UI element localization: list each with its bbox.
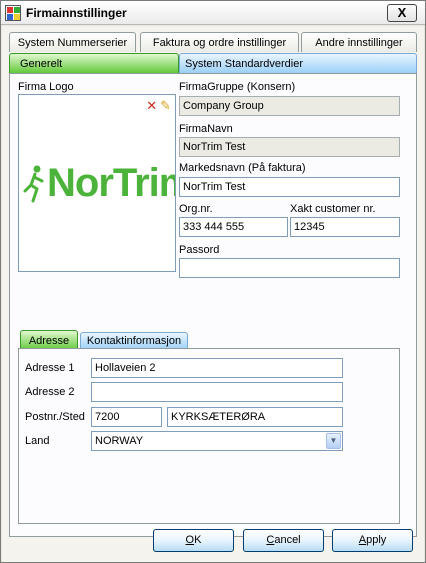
close-button[interactable]: X (387, 4, 417, 22)
adresse-panel: Adresse 1 Hollaveien 2 Adresse 2 Postnr.… (18, 348, 400, 524)
firmanavn-field[interactable]: NorTrim Test (179, 137, 400, 157)
cancel-button[interactable]: Cancel (243, 529, 324, 552)
generelt-panel: Firma Logo ✕✎ NorTrim FirmaGruppe (Konse… (9, 73, 417, 537)
adresse1-label: Adresse 1 (25, 362, 75, 374)
markedsnavn-field[interactable]: NorTrim Test (179, 177, 400, 197)
tab-system-standardverdier[interactable]: System Standardverdier (179, 53, 417, 73)
orgnr-label: Org.nr. (179, 203, 213, 215)
logo-box[interactable]: ✕✎ NorTrim (18, 94, 176, 272)
sted-field[interactable]: KYRKSÆTERØRA (167, 407, 343, 427)
passord-field[interactable] (179, 258, 400, 278)
app-icon (5, 5, 21, 21)
xakt-label: Xakt customer nr. (290, 203, 376, 215)
markedsnavn-label: Markedsnavn (På faktura) (179, 162, 306, 174)
tab-generelt[interactable]: Generelt (9, 53, 179, 73)
adresse1-field[interactable]: Hollaveien 2 (91, 358, 343, 378)
runner-logo-icon (23, 165, 44, 203)
postnr-label: Postnr./Sted (25, 411, 85, 423)
close-icon: X (397, 5, 407, 20)
orgnr-field[interactable]: 333 444 555 (179, 217, 288, 237)
land-select[interactable]: NORWAY ▼ (91, 431, 343, 451)
passord-label: Passord (179, 244, 220, 256)
firmagruppe-label: FirmaGruppe (Konsern) (179, 81, 296, 93)
firmanavn-label: FirmaNavn (179, 123, 233, 135)
edit-logo-icon[interactable]: ✎ (160, 98, 171, 113)
tab-adresse[interactable]: Adresse (20, 330, 78, 350)
xakt-field[interactable]: 12345 (290, 217, 400, 237)
chevron-down-icon[interactable]: ▼ (326, 433, 341, 449)
land-label: Land (25, 435, 50, 447)
tab-andre-innstillinger[interactable]: Andre innstillinger (301, 32, 417, 52)
window-title: Firmainnstillinger (26, 6, 127, 20)
firmagruppe-field[interactable]: Company Group (179, 96, 400, 116)
dialog-content: System Nummerserier Faktura og ordre ins… (2, 26, 424, 562)
ok-button[interactable]: OK (153, 529, 234, 552)
land-selected-value: NORWAY (95, 435, 144, 447)
settings-window: Firmainnstillinger X System Nummerserier… (0, 0, 426, 563)
adresse2-field[interactable] (91, 382, 343, 402)
company-logo: NorTrim (47, 161, 175, 205)
tab-system-nummerserier[interactable]: System Nummerserier (9, 32, 136, 52)
logo-label: Firma Logo (18, 81, 74, 93)
postnr-field[interactable]: 7200 (91, 407, 162, 427)
apply-button[interactable]: Apply (332, 529, 413, 552)
adresse2-label: Adresse 2 (25, 386, 75, 398)
delete-logo-icon[interactable]: ✕ (146, 98, 157, 113)
tab-faktura-ordre[interactable]: Faktura og ordre instillinger (140, 32, 299, 52)
title-bar[interactable]: Firmainnstillinger X (1, 1, 425, 25)
